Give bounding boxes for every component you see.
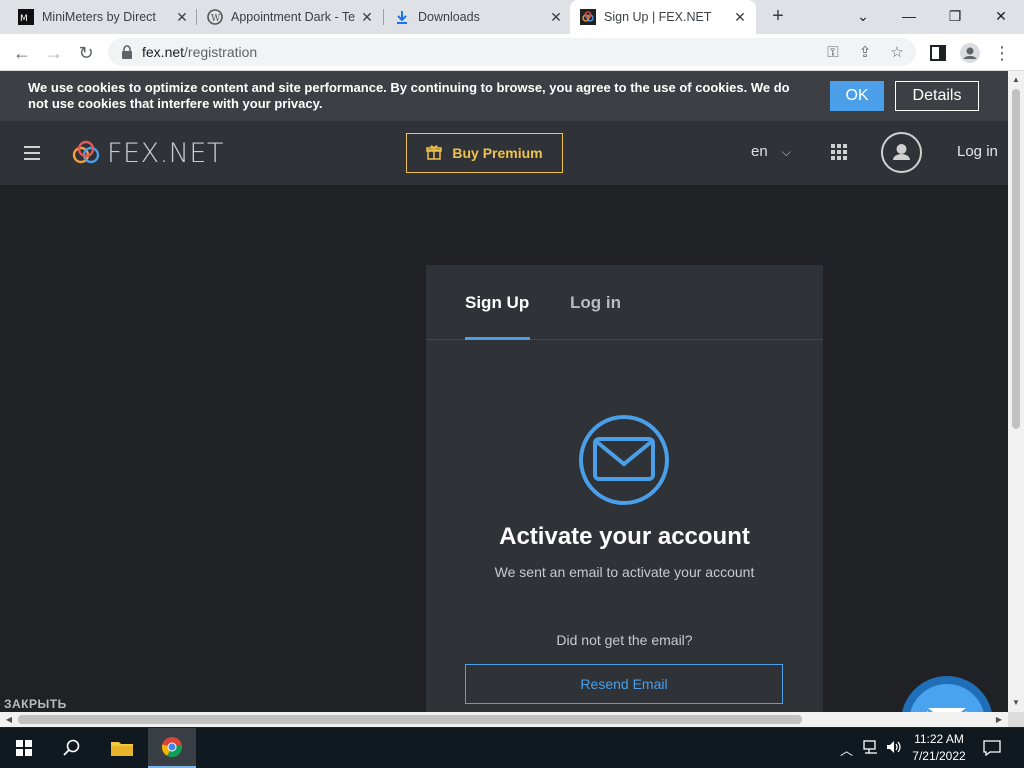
browser-toolbar: ← → ↻ fex.net/registration ⚿ ⇪ ☆ ⋮ [0, 34, 1024, 71]
tab-log-in[interactable]: Log in [570, 293, 621, 313]
buy-premium-label: Buy Premium [452, 145, 543, 161]
cookie-banner: We use cookies to optimize content and s… [0, 71, 1008, 121]
scroll-right-arrow-icon[interactable]: ▶ [992, 712, 1006, 727]
gift-icon [426, 144, 443, 163]
not-received-text: Did not get the email? [556, 632, 693, 648]
scroll-left-arrow-icon[interactable]: ◀ [2, 712, 16, 727]
share-icon[interactable]: ⇪ [856, 44, 874, 62]
vertical-scrollbar[interactable]: ▲ ▼ [1008, 71, 1024, 712]
horizontal-scrollbar[interactable]: ◀ ▶ [0, 712, 1008, 727]
lock-icon [122, 45, 132, 59]
svg-text:M: M [20, 14, 28, 24]
resend-email-button[interactable]: Resend Email [465, 664, 783, 704]
close-overlay-link[interactable]: ЗАКРЫТЬ [4, 697, 67, 711]
profile-icon[interactable] [957, 40, 983, 66]
show-hidden-icons-icon[interactable]: ︿ [840, 740, 853, 759]
close-tab-icon[interactable]: ✕ [732, 9, 748, 25]
reload-button[interactable]: ↻ [73, 40, 99, 66]
chevron-down-icon: ⌵ [781, 145, 791, 159]
forward-button[interactable]: → [41, 40, 67, 66]
tab-appointment-dark[interactable]: W Appointment Dark - Te ✕ [207, 0, 375, 34]
hamburger-menu-icon[interactable] [24, 146, 40, 160]
minimeters-icon: M [18, 9, 34, 25]
menu-kebab-icon[interactable]: ⋮ [989, 40, 1015, 66]
clock-time: 11:22 AM [914, 732, 964, 746]
logo-text: FEX.NET [107, 137, 224, 169]
envelope-icon [579, 415, 669, 505]
restore-button[interactable]: ❐ [932, 0, 978, 34]
url-path: /registration [184, 44, 258, 60]
tab-fex-signup[interactable]: Sign Up | FEX.NET ✕ [570, 0, 756, 34]
site-header: FEX.NET Buy Premium en ⌵ Log in [0, 121, 1008, 185]
activate-subtext: We sent an email to activate your accoun… [494, 564, 755, 580]
notifications-icon[interactable] [983, 740, 1001, 759]
tab-separator [383, 9, 384, 25]
horizontal-scroll-thumb[interactable] [18, 715, 802, 724]
language-selector[interactable]: en ⌵ [751, 143, 791, 160]
url-text: fex.net/registration [142, 44, 257, 60]
active-tab-indicator [465, 337, 530, 340]
close-tab-icon[interactable]: ✕ [548, 9, 564, 25]
windows-taskbar: ︿ 11:22 AM 7/21/2022 [0, 728, 1024, 768]
language-label: en [751, 143, 768, 160]
network-icon[interactable] [863, 740, 879, 757]
cookie-details-button[interactable]: Details [895, 81, 979, 111]
scroll-up-arrow-icon[interactable]: ▲ [1008, 73, 1024, 87]
close-tab-icon[interactable]: ✕ [174, 9, 190, 25]
tab-search-icon[interactable]: ⌄ [840, 0, 886, 34]
tab-title: Sign Up | FEX.NET [604, 10, 712, 24]
tab-title: Appointment Dark - Te [231, 10, 356, 24]
new-tab-button[interactable]: + [766, 5, 790, 29]
fex-logo[interactable]: FEX.NET [71, 137, 224, 169]
tab-minimeters[interactable]: M MiniMeters by Direct ✕ [18, 0, 190, 34]
user-avatar-icon[interactable] [881, 132, 922, 173]
svg-text:W: W [211, 14, 221, 24]
search-icon[interactable] [48, 728, 96, 768]
tab-separator [196, 9, 197, 25]
vertical-scroll-thumb[interactable] [1012, 89, 1020, 429]
address-bar[interactable]: fex.net/registration ⚿ ⇪ ☆ [108, 38, 916, 66]
fab-inner [909, 684, 985, 712]
side-panel-icon[interactable] [925, 40, 951, 66]
tab-title: MiniMeters by Direct [42, 10, 156, 24]
auth-tabs: Sign Up Log in [426, 265, 823, 340]
tab-downloads[interactable]: Downloads ✕ [394, 0, 564, 34]
volume-icon[interactable] [886, 740, 902, 757]
url-host: fex.net [142, 44, 185, 60]
file-explorer-icon[interactable] [98, 728, 146, 768]
tab-strip: M MiniMeters by Direct ✕ W Appointment D… [0, 0, 1024, 34]
back-button[interactable]: ← [9, 40, 35, 66]
close-window-button[interactable]: ✕ [978, 0, 1024, 34]
tab-title: Downloads [418, 10, 480, 24]
key-icon[interactable]: ⚿ [824, 44, 842, 62]
windows-start-icon[interactable] [0, 728, 48, 768]
cookie-text: We use cookies to optimize content and s… [28, 80, 790, 111]
auth-card: Sign Up Log in Activate your account We … [426, 265, 823, 712]
fex-icon [580, 9, 596, 25]
fex-logo-icon [72, 140, 100, 164]
system-clock[interactable]: 11:22 AM 7/21/2022 [908, 731, 970, 765]
minimize-button[interactable]: — [886, 0, 932, 34]
tab-sign-up[interactable]: Sign Up [465, 293, 529, 313]
scrollbar-corner [1008, 712, 1024, 727]
cookie-ok-button[interactable]: OK [830, 81, 884, 111]
buy-premium-button[interactable]: Buy Premium [406, 133, 563, 173]
download-icon [394, 9, 410, 25]
close-tab-icon[interactable]: ✕ [359, 9, 375, 25]
activate-heading: Activate your account [499, 523, 750, 550]
bookmark-star-icon[interactable]: ☆ [888, 44, 906, 62]
clock-date: 7/21/2022 [912, 749, 966, 763]
apps-grid-icon[interactable] [831, 144, 847, 160]
page-viewport: We use cookies to optimize content and s… [0, 71, 1008, 712]
wordpress-icon: W [207, 9, 223, 25]
scroll-down-arrow-icon[interactable]: ▼ [1008, 696, 1024, 710]
chrome-taskbar-icon[interactable] [148, 728, 196, 768]
contact-mail-button[interactable] [901, 676, 993, 712]
mail-icon [926, 707, 968, 712]
header-login-link[interactable]: Log in [957, 143, 998, 160]
